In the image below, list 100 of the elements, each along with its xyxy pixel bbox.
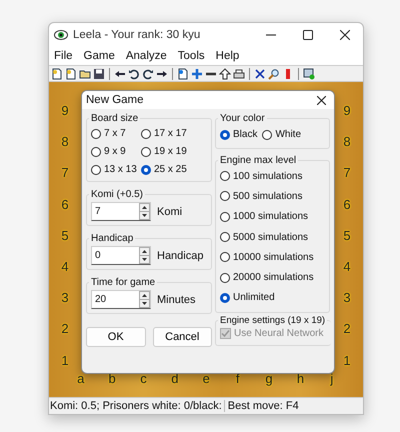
go-board[interactable] (49, 82, 363, 397)
row-label: 9 (342, 102, 352, 120)
new-file-icon[interactable] (65, 68, 77, 80)
option-label: 20000 simulations (233, 272, 314, 284)
row-label: 6 (60, 196, 70, 214)
group-title: Board size (90, 113, 140, 124)
option-label: 19 x 19 (154, 146, 187, 157)
close-icon[interactable] (340, 30, 350, 40)
column-label: j (329, 372, 334, 386)
radio-button[interactable] (141, 146, 151, 156)
plus-icon[interactable] (191, 68, 203, 80)
row-label: 9 (60, 102, 70, 120)
radio-button[interactable] (91, 146, 101, 156)
option-label: 9 x 9 (104, 146, 126, 157)
row-label: 4 (60, 258, 70, 276)
radio-button[interactable] (91, 164, 101, 174)
row-label: 5 (60, 226, 70, 245)
column-label: a (76, 372, 86, 386)
radio-button[interactable] (220, 232, 230, 242)
row-label: 1 (342, 352, 352, 370)
row-label: 4 (342, 258, 352, 276)
menu-item[interactable]: Help (216, 50, 240, 62)
column-label: d (170, 372, 180, 386)
dialog-button[interactable]: Cancel (152, 327, 212, 347)
menu-item[interactable]: File (54, 50, 73, 62)
number-field[interactable]: 20 (91, 290, 151, 309)
radio-button[interactable] (141, 128, 151, 138)
row-label: 2 (60, 320, 70, 338)
new-file-icon[interactable] (51, 68, 63, 80)
dialog-title: New Game (86, 94, 144, 106)
spin-arrows-icon[interactable] (139, 291, 150, 308)
option-label: 17 x 17 (154, 128, 187, 139)
radio-button[interactable] (220, 292, 230, 303)
menu-item[interactable]: Tools (178, 50, 205, 62)
option-label: 10000 simulations (233, 252, 314, 263)
option-label: Unlimited (233, 292, 275, 304)
window-title: Leela - Your rank: 30 kyu (73, 29, 202, 41)
number-field[interactable]: 7 (91, 202, 151, 221)
menu-item[interactable]: Game (84, 50, 115, 62)
status-text: Komi: 0.5; Prisoners white: 0/black: (50, 400, 222, 412)
column-label: b (107, 372, 117, 386)
printer-icon[interactable] (233, 68, 245, 80)
radio-button[interactable] (220, 191, 230, 202)
radio-button[interactable] (220, 252, 230, 262)
up-arrow-icon[interactable] (219, 68, 231, 80)
radio-button[interactable] (141, 164, 151, 174)
option-label: 25 x 25 (154, 164, 187, 175)
radio-button[interactable] (220, 171, 230, 182)
row-label: 8 (342, 133, 352, 152)
save-icon[interactable] (93, 68, 105, 80)
row-label: 3 (60, 289, 70, 308)
group-title: Engine settings (19 x 19) (219, 315, 326, 326)
group-title: Komi (+0.5) (90, 189, 144, 200)
group-title: Engine max level (219, 155, 298, 166)
option-label: White (275, 129, 302, 140)
radio-button[interactable] (262, 130, 272, 140)
status-text: Best move: F4 (224, 400, 299, 412)
page-icon[interactable] (177, 68, 189, 80)
row-label: 5 (342, 226, 352, 245)
option-label: 13 x 13 (104, 164, 137, 175)
unit-label: Komi (157, 206, 182, 218)
radio-button[interactable] (220, 212, 230, 222)
row-label: 8 (60, 133, 70, 152)
option-label: 500 simulations (233, 190, 302, 202)
group-title: Handicap (90, 233, 134, 244)
row-label: 2 (342, 320, 352, 338)
option-label: 1000 simulations (233, 211, 308, 222)
column-label: e (202, 372, 211, 386)
column-label: c (139, 372, 148, 386)
column-label: g (264, 372, 274, 386)
number-field[interactable]: 0 (91, 246, 151, 265)
option-label: 5000 simulations (233, 232, 308, 243)
unit-label: Minutes (157, 294, 196, 306)
maximize-icon[interactable] (303, 30, 313, 40)
open-folder-icon[interactable] (79, 68, 91, 80)
undo-icon[interactable] (128, 68, 140, 80)
option-label: 100 simulations (233, 170, 302, 182)
radio-button[interactable] (91, 128, 101, 138)
row-label: 6 (342, 196, 352, 214)
eye-icon (54, 30, 68, 40)
unit-label: Handicap (157, 250, 204, 262)
menu-item[interactable]: Analyze (126, 50, 167, 62)
redo-icon[interactable] (142, 68, 154, 80)
option-label: Black (233, 129, 258, 140)
row-label: 7 (342, 164, 352, 182)
monitor-icon[interactable] (303, 68, 315, 80)
magnifier-icon[interactable] (268, 68, 280, 80)
dialog-button[interactable]: OK (86, 327, 146, 347)
checkbox-label: Use Neural Network (234, 328, 324, 340)
cross-icon[interactable] (254, 68, 266, 80)
spin-arrows-icon[interactable] (139, 203, 150, 220)
close-icon[interactable] (317, 96, 326, 104)
radio-button[interactable] (220, 130, 230, 140)
group-title: Time for game (90, 277, 156, 288)
row-label: 3 (342, 289, 352, 308)
spin-arrows-icon[interactable] (139, 247, 150, 264)
row-label: 7 (60, 164, 70, 182)
option-label: 7 x 7 (104, 128, 126, 139)
radio-button[interactable] (220, 272, 230, 283)
row-label: 1 (60, 352, 70, 370)
